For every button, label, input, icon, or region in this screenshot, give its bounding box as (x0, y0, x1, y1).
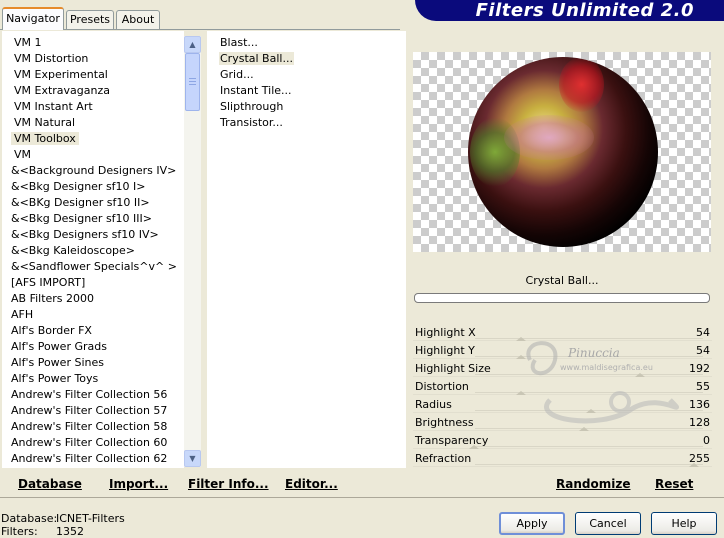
status-database-label: Database: (1, 512, 58, 525)
category-item[interactable]: VM Toolbox (11, 131, 79, 147)
filter-item[interactable]: Crystal Ball... (219, 51, 294, 67)
param-slider-track[interactable] (475, 446, 703, 447)
filter-item[interactable]: Slipthrough (219, 99, 284, 115)
watermark-logo (526, 341, 679, 424)
filter-item[interactable]: Instant Tile... (219, 83, 293, 99)
watermark-name: Pinuccia (568, 346, 620, 360)
param-label: Refraction (415, 452, 472, 465)
filter-info-button[interactable]: Filter Info... (188, 473, 269, 495)
scroll-up-button[interactable]: ▲ (184, 36, 201, 53)
param-label: Radius (415, 398, 452, 411)
category-item[interactable]: VM Instant Art (11, 99, 96, 115)
category-item[interactable]: VM Extravaganza (11, 83, 113, 99)
category-item[interactable]: VM (11, 147, 34, 163)
category-item[interactable]: Andrew's Filter Collection 60 (8, 435, 170, 451)
watermark-url: www.maldisegrafica.eu (560, 363, 653, 372)
title-banner: Filters Unlimited 2.0 (415, 0, 724, 21)
category-item[interactable]: Alf's Power Grads (8, 339, 110, 355)
category-item[interactable]: &<Bkg Designers sf10 IV> (8, 227, 162, 243)
category-item[interactable]: &<Bkg Designer sf10 III> (8, 211, 155, 227)
cancel-button[interactable]: Cancel (575, 512, 641, 535)
param-slider-track[interactable] (475, 464, 703, 465)
scroll-thumb[interactable] (185, 53, 200, 111)
import-button[interactable]: Import... (109, 473, 168, 495)
category-item[interactable]: Andrew's Filter Collection 62 (8, 451, 170, 467)
preview-image (413, 52, 711, 252)
category-item[interactable]: Andrew's Filter Collection 58 (8, 419, 170, 435)
param-value: 0 (703, 434, 710, 447)
preview-filter-name: Crystal Ball... (525, 274, 599, 287)
category-item[interactable]: VM Experimental (11, 67, 111, 83)
reset-button[interactable]: Reset (655, 473, 693, 495)
category-item[interactable]: AB Filters 2000 (8, 291, 97, 307)
category-item[interactable]: Andrew's Filter Collection 57 (8, 403, 170, 419)
category-item[interactable]: &<Sandflower Specials^v^ > (8, 259, 180, 275)
filter-item[interactable]: Transistor... (219, 115, 284, 131)
category-item[interactable]: VM 1 (11, 35, 45, 51)
param-label: Highlight Size (415, 362, 491, 375)
category-item[interactable]: Andrew's Filter Collection 56 (8, 387, 170, 403)
category-item[interactable]: Alf's Power Sines (8, 355, 107, 371)
param-label: Highlight Y (415, 344, 475, 357)
status-filters-label: Filters: (1, 525, 38, 538)
progress-bar (414, 293, 710, 303)
help-button[interactable]: Help (651, 512, 717, 535)
category-item[interactable]: Alf's Border FX (8, 323, 95, 339)
param-label: Brightness (415, 416, 474, 429)
filter-list[interactable]: Blast... Crystal Ball... Grid... Instant Ti… (207, 31, 406, 468)
apply-button[interactable]: Apply (499, 512, 565, 535)
category-item[interactable]: VM Distortion (11, 51, 91, 67)
crystal-ball-preview (468, 57, 658, 247)
divider (0, 497, 724, 498)
category-scrollbar[interactable]: ▲ ▼ (184, 36, 201, 467)
param-row[interactable]: Transparency 0 (413, 432, 712, 449)
param-label: Highlight X (415, 326, 476, 339)
param-value: 255 (689, 452, 710, 465)
param-label: Transparency (415, 434, 489, 447)
app-title: Filters Unlimited 2.0 (475, 0, 694, 21)
filter-item[interactable]: Grid... (219, 67, 255, 83)
tab-navigator[interactable]: Navigator (2, 7, 64, 30)
category-item[interactable]: &<Background Designers IV> (8, 163, 179, 179)
status-filters-value: 1352 (56, 525, 84, 538)
tab-about[interactable]: About (116, 10, 160, 29)
status-database-value: ICNET-Filters (56, 512, 125, 525)
scroll-down-button[interactable]: ▼ (184, 450, 201, 467)
category-item[interactable]: AFH (8, 307, 36, 323)
category-item[interactable]: VM Natural (11, 115, 78, 131)
category-item[interactable]: &<Bkg Designer sf10 I> (8, 179, 149, 195)
param-row[interactable]: Refraction 255 (413, 450, 712, 467)
param-label: Distortion (415, 380, 469, 393)
filter-item[interactable]: Blast... (219, 35, 259, 51)
category-list[interactable]: VM 1 VM Distortion VM Experimental VM Extra… (2, 31, 184, 468)
randomize-button[interactable]: Randomize (556, 473, 630, 495)
database-button[interactable]: Database (18, 473, 82, 495)
category-item[interactable]: &<Bkg Kaleidoscope> (8, 243, 138, 259)
editor-button[interactable]: Editor... (285, 473, 338, 495)
category-item[interactable]: [AFS IMPORT] (8, 275, 88, 291)
tab-presets[interactable]: Presets (66, 10, 114, 29)
category-item[interactable]: &<BKg Designer sf10 II> (8, 195, 153, 211)
category-item[interactable]: Alf's Power Toys (8, 371, 101, 387)
